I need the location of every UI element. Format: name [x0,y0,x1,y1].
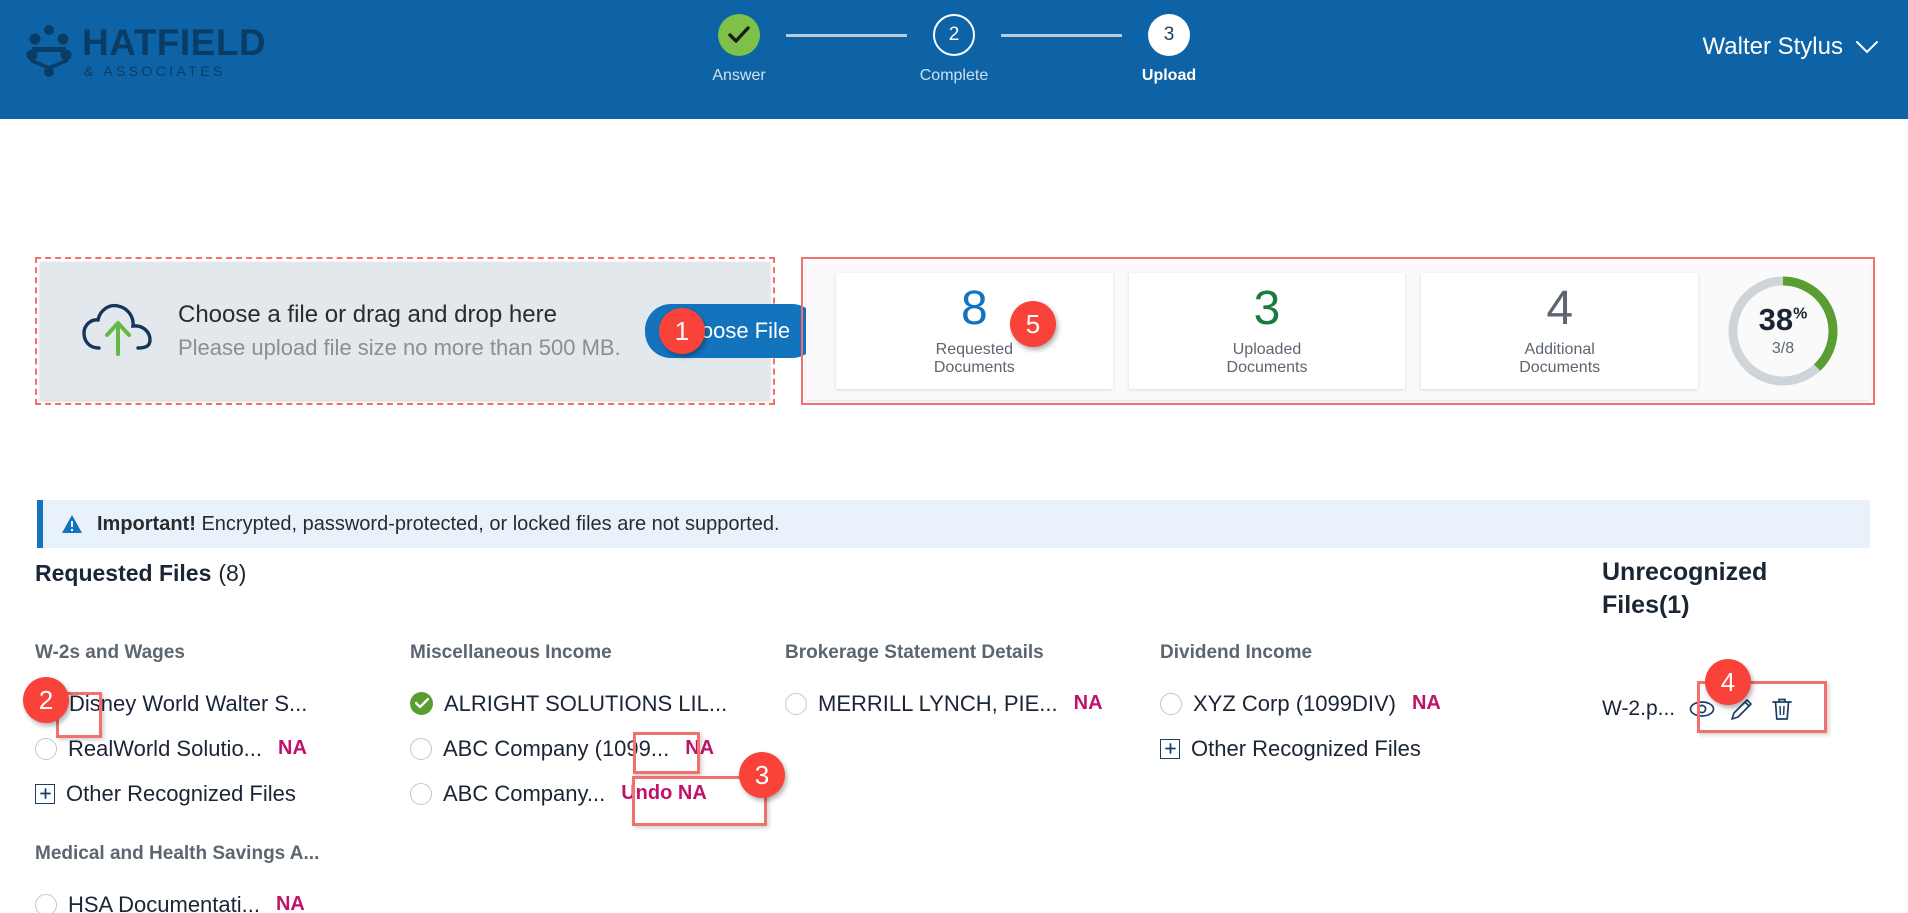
group-title-medical-hsa: Medical and Health Savings A... [35,843,320,864]
expander-label: Other Recognized Files [66,780,296,806]
stat-additional-documents: 4 Additional Documents [1421,273,1699,389]
file-row[interactable]: ABC Company (1099... NA [410,726,785,771]
callout-2: 2 [23,677,69,723]
unrecognized-files-title: Unrecognized Files(1) [1602,558,1768,620]
warning-triangle-icon [62,515,82,533]
file-radio[interactable] [35,737,57,760]
na-toggle[interactable]: NA [276,893,305,913]
plus-icon [1160,738,1180,759]
callout-1: 1 [659,308,705,354]
file-row[interactable]: XYZ Corp (1099DIV) NA [1160,681,1535,726]
donut-center-labels: 38% 3/8 [1724,272,1842,390]
step-connector-1 [786,34,907,37]
app-header: HATFIELD & ASSOCIATES Answer 2 Complete … [0,0,1908,119]
file-name: Disney World Walter S... [69,690,308,716]
other-recognized-files-expander[interactable]: Other Recognized Files [1160,726,1535,771]
file-checked-icon[interactable] [410,692,433,715]
step-upload[interactable]: 3 Upload [1122,14,1216,85]
alert-body-text: Encrypted, password-protected, or locked… [195,512,780,535]
stat-uploaded-documents: 3 Uploaded Documents [1128,273,1406,389]
check-icon [728,26,750,43]
annotation-box-3a [633,732,700,774]
file-radio[interactable] [1160,692,1182,715]
step-answer[interactable]: Answer [692,14,786,85]
expander-label: Other Recognized Files [1191,735,1421,761]
step-complete-label: Complete [919,67,989,84]
file-name: ABC Company... [443,780,606,806]
group-title-brokerage: Brokerage Statement Details [785,642,1044,663]
stat-additional-label: Additional Documents [1519,340,1601,376]
file-radio[interactable] [785,692,807,715]
stat-uploaded-label: Uploaded Documents [1226,340,1308,376]
donut-percent: 38% [1758,302,1808,337]
alert-message: Important! Encrypted, password-protected… [97,513,780,536]
stats-panel: 8 Requested Documents 3 Uploaded Documents… [806,262,1870,400]
callout-3: 3 [739,752,785,798]
requested-files-title: Requested Files (8) [35,560,247,586]
brand-logo[interactable]: HATFIELD & ASSOCIATES [26,24,266,78]
group-title-w2s: W-2s and Wages [35,642,185,663]
column-w2s-and-wages: W-2s and Wages Disney World Walter S... … [35,642,410,913]
stat-requested-value: 8 [960,281,988,335]
file-row[interactable]: ALRIGHT SOLUTIONS LIL... [410,681,785,726]
user-name: Walter Stylus [1702,33,1843,60]
step-upload-badge: 3 [1148,14,1190,56]
other-recognized-files-expander[interactable]: Other Recognized Files [35,771,410,816]
requested-files-columns: W-2s and Wages Disney World Walter S... … [35,642,1535,913]
file-name: MERRILL LYNCH, PIE... [818,690,1058,716]
step-connector-2 [1001,34,1122,37]
stat-requested-documents: 8 Requested Documents [836,273,1113,389]
file-radio[interactable] [35,893,57,913]
progress-stepper: Answer 2 Complete 3 Upload [692,14,1216,85]
important-alert-banner: Important! Encrypted, password-protected… [37,500,1870,548]
na-toggle[interactable]: NA [1412,692,1441,715]
stat-additional-value: 4 [1546,281,1574,335]
check-icon [414,698,429,709]
file-radio[interactable] [410,737,432,760]
cloud-upload-icon [82,303,152,356]
plus-icon [35,783,55,804]
plus-glyph-icon [39,788,51,799]
step-complete-badge: 2 [933,14,975,56]
progress-donut: 38% 3/8 [1724,272,1842,390]
file-radio[interactable] [410,782,432,805]
column-brokerage-statement-details: Brokerage Statement Details MERRILL LYNC… [785,642,1160,913]
step-upload-label: Upload [1141,67,1197,84]
step-answer-badge [718,14,760,56]
dropzone-subtitle: Please upload file size no more than 500… [178,335,621,360]
chevron-down-icon [1856,40,1878,53]
group-title-dividend: Dividend Income [1160,642,1313,663]
file-row[interactable]: MERRILL LYNCH, PIE... NA [785,681,1160,726]
na-toggle[interactable]: NA [1074,692,1103,715]
file-name: XYZ Corp (1099DIV) [1193,690,1396,716]
file-name: ALRIGHT SOLUTIONS LIL... [444,690,728,716]
column-dividend-income: Dividend Income XYZ Corp (1099DIV) NA Ot… [1160,642,1535,913]
step-complete[interactable]: 2 Complete [907,14,1001,85]
callout-4: 4 [1705,659,1751,705]
callout-5: 5 [1010,301,1056,347]
file-name: RealWorld Solutio... [68,735,263,761]
step-answer-label: Answer [712,67,766,84]
file-name: HSA Documentati... [68,891,260,913]
dropzone-title: Choose a file or drag and drop here [178,301,557,328]
na-toggle[interactable]: NA [278,737,307,760]
stats-panel-highlight: 8 Requested Documents 3 Uploaded Documents… [801,257,1875,405]
logo-title: HATFIELD [82,22,267,63]
stat-requested-label: Requested Documents [933,340,1015,376]
alert-bold-prefix: Important! [97,512,196,535]
plus-glyph-icon [1164,743,1176,754]
unrecognized-file-name: W-2.p... [1602,697,1676,720]
file-row[interactable]: HSA Documentati... NA [35,882,410,913]
requested-files-count: (8) [218,560,247,586]
user-menu[interactable]: Walter Stylus [1703,33,1878,61]
logo-subtitle: & ASSOCIATES [84,63,226,79]
donut-fraction: 3/8 [1771,340,1795,357]
group-title-misc-income: Miscellaneous Income [410,642,612,663]
stat-uploaded-value: 3 [1253,281,1281,335]
hatfield-logo-icon [26,25,72,77]
